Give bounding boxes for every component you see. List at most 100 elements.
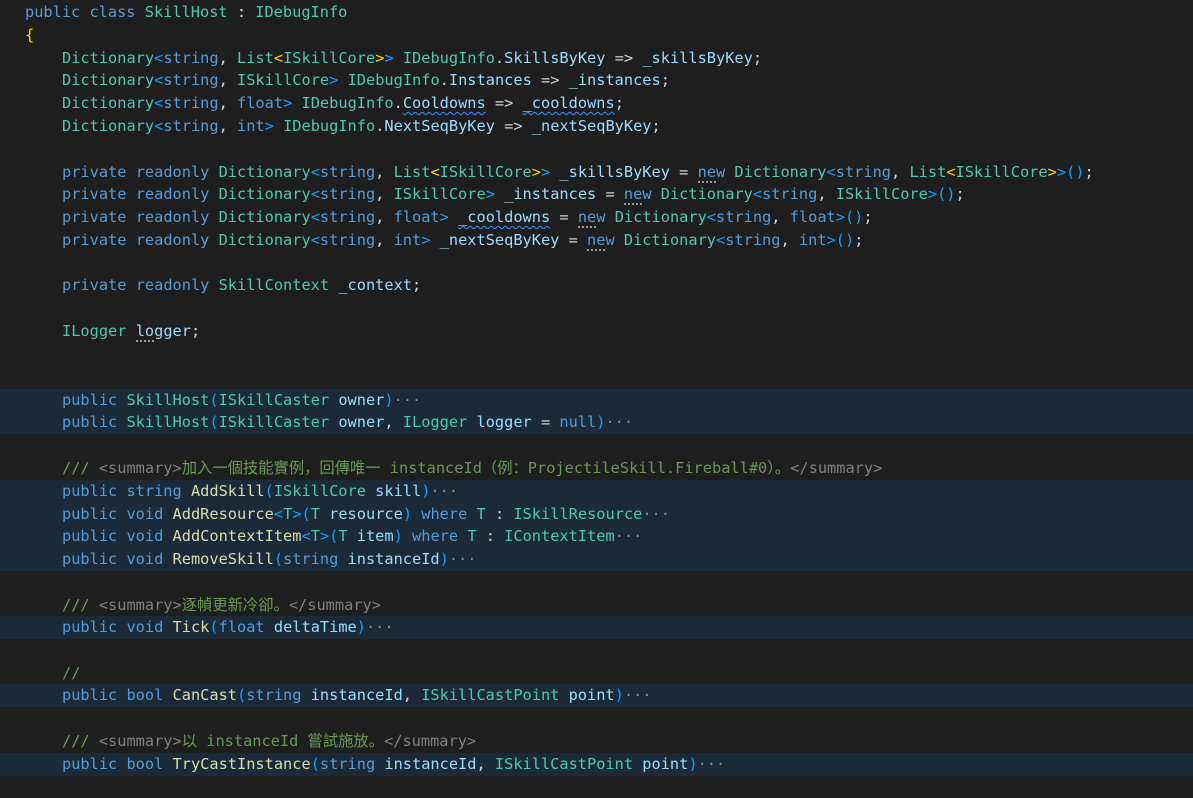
fold-ellipsis[interactable]: ··· <box>605 413 633 431</box>
code-line[interactable]: /// <summary>以 instanceId 嘗試施放。</summary… <box>0 730 1193 753</box>
code-token: string <box>835 163 892 181</box>
code-token: readonly <box>135 185 219 203</box>
code-token: , <box>218 71 238 89</box>
code-token: . <box>494 49 505 67</box>
fold-ellipsis[interactable]: ··· <box>642 505 670 523</box>
code-line[interactable]: private readonly Dictionary<string, floa… <box>0 206 1193 229</box>
code-line-folded[interactable]: public SkillHost(ISkillCaster owner, ILo… <box>0 411 1193 434</box>
fold-ellipsis[interactable]: ··· <box>394 391 422 409</box>
code-line[interactable]: /// <summary>逐幀更新冷卻。</summary> <box>0 594 1193 617</box>
fold-ellipsis[interactable]: ··· <box>366 618 394 636</box>
code-token: T <box>283 505 293 523</box>
code-token: w <box>716 163 735 181</box>
code-token: _cooldowns <box>458 208 551 226</box>
code-token: , <box>476 755 495 773</box>
code-line[interactable]: private readonly Dictionary<string, int>… <box>0 229 1193 252</box>
code-token: ( <box>209 413 219 431</box>
code-line-folded[interactable]: public bool CanCast(string instanceId, I… <box>0 684 1193 707</box>
code-line-folded[interactable]: public SkillHost(ISkillCaster owner)··· <box>0 389 1193 412</box>
code-token: TryCastInstance <box>172 755 311 773</box>
code-line[interactable]: Dictionary<string, int> IDebugInfo.NextS… <box>0 115 1193 138</box>
code-line[interactable]: public class SkillHost : IDebugInfo <box>0 1 1193 24</box>
code-line-folded[interactable]: public void AddResource<T>(T resource) w… <box>0 503 1193 526</box>
code-line-folded[interactable]: public bool TryCastInstance(string insta… <box>0 753 1193 776</box>
code-token: Dictionary <box>218 185 311 203</box>
code-token: ( <box>237 686 247 704</box>
code-token: , <box>375 163 394 181</box>
code-token: private <box>62 163 136 181</box>
code-token: public <box>62 391 127 409</box>
code-token: public <box>62 527 127 545</box>
code-token: SkillHost <box>144 3 228 21</box>
code-token: , <box>384 413 403 431</box>
code-token: List <box>909 163 947 181</box>
code-line[interactable]: Dictionary<string, float> IDebugInfo.Coo… <box>0 92 1193 115</box>
code-token: string <box>725 231 781 249</box>
code-token: Cooldowns <box>402 94 486 112</box>
code-line[interactable]: Dictionary<string, ISkillCore> IDebugInf… <box>0 69 1193 92</box>
code-token: float <box>218 618 274 636</box>
code-line[interactable]: private readonly SkillContext _context; <box>0 274 1193 297</box>
code-editor[interactable]: public class SkillHost : IDebugInfo {Dict… <box>0 0 1193 798</box>
code-token: int <box>237 117 265 135</box>
code-token: Dictionary <box>614 208 707 226</box>
code-token: bool <box>126 686 173 704</box>
code-token: < <box>154 117 164 135</box>
code-line[interactable]: Dictionary<string, List<ISkillCore>> IDe… <box>0 47 1193 70</box>
code-token: ) <box>439 550 449 568</box>
code-line[interactable]: // <box>0 662 1193 685</box>
code-token: > <box>439 208 449 226</box>
code-token: Dictionary <box>218 208 311 226</box>
code-token: ISkillCaster <box>218 391 330 409</box>
code-line[interactable]: private readonly Dictionary<string, ISki… <box>0 183 1193 206</box>
code-token: IDebugInfo <box>347 71 440 89</box>
fold-ellipsis[interactable]: ··· <box>615 527 643 545</box>
code-line[interactable]: { <box>0 24 1193 47</box>
code-token: w <box>605 231 624 249</box>
code-line[interactable]: ILogger logger; <box>0 320 1193 343</box>
code-line[interactable]: private readonly Dictionary<string, List… <box>0 161 1193 184</box>
fold-ellipsis[interactable]: ··· <box>430 482 458 500</box>
fold-ellipsis[interactable]: ··· <box>449 550 477 568</box>
code-token: _nextSeqByKey <box>439 231 560 249</box>
code-token: ISkillCore <box>439 163 532 181</box>
fold-ellipsis[interactable]: ··· <box>698 755 726 773</box>
code-token: w <box>642 185 661 203</box>
code-token: ne <box>623 185 643 205</box>
code-token: , <box>375 185 394 203</box>
code-token: Dictionary <box>623 231 716 249</box>
code-token: private <box>62 276 136 294</box>
code-token: ne <box>587 231 606 251</box>
code-token: . <box>439 71 449 89</box>
code-token: ( <box>310 755 320 773</box>
code-token: ILogger <box>402 413 468 431</box>
code-line-folded[interactable]: public void AddContextItem<T>(T item) wh… <box>0 525 1193 548</box>
code-token: ; <box>614 94 624 112</box>
code-token: // <box>62 664 81 682</box>
code-token: private <box>62 208 136 226</box>
code-token: ne <box>577 208 597 228</box>
code-token: Dictionary <box>218 163 311 181</box>
code-line[interactable]: /// <summary>加入一個技能實例，回傳唯一 instanceId（例：… <box>0 457 1193 480</box>
code-token: item <box>356 527 394 545</box>
code-token: => <box>605 49 643 67</box>
code-token: => <box>485 94 523 112</box>
code-token: ( <box>264 482 274 500</box>
code-token: /// <box>62 459 99 477</box>
code-token: > <box>329 71 339 89</box>
code-token: , <box>817 185 836 203</box>
code-token: SkillHost <box>126 391 210 409</box>
code-token: <summary> <box>98 596 182 614</box>
code-token: ISkillCore <box>955 163 1048 181</box>
code-token: private <box>62 231 136 249</box>
code-token: string <box>319 231 376 249</box>
fold-ellipsis[interactable]: ··· <box>624 686 652 704</box>
code-line-folded[interactable]: public string AddSkill(ISkillCore skill)… <box>0 480 1193 503</box>
code-token: readonly <box>135 276 219 294</box>
code-line-folded[interactable]: public void RemoveSkill(string instanceI… <box>0 548 1193 571</box>
code-line-folded[interactable]: public void Tick(float deltaTime)··· <box>0 616 1193 639</box>
